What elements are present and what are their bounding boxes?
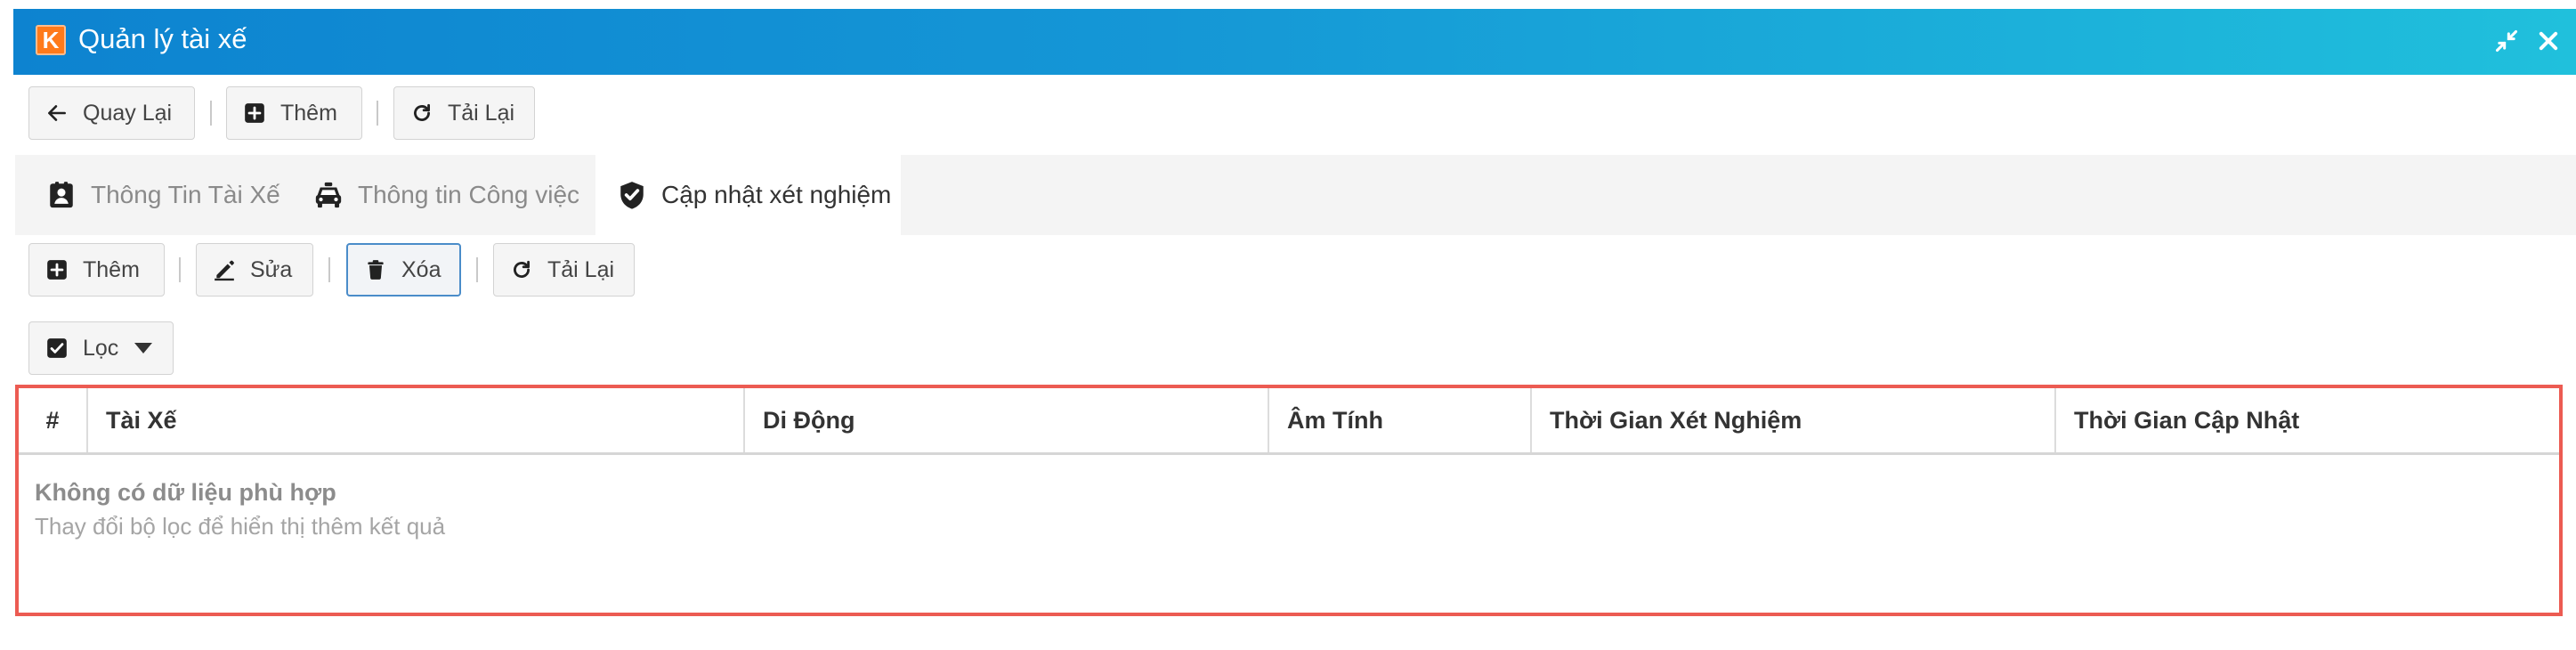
back-button-label: Quay Lại bbox=[83, 100, 173, 126]
tab-driver-info[interactable]: Thông Tin Tài Xế bbox=[46, 155, 318, 235]
edit-test-button[interactable]: Sửa bbox=[196, 243, 313, 297]
table-header: # Tài Xế Di Động Âm Tính Thời Gian Xét N… bbox=[19, 388, 2559, 455]
arrow-left-icon bbox=[45, 102, 69, 125]
column-header-driver[interactable]: Tài Xế bbox=[86, 388, 743, 452]
title-bar: K Quản lý tài xế bbox=[13, 9, 2576, 75]
caret-down-icon bbox=[134, 343, 153, 353]
driver-management-window: K Quản lý tài xế Quay Lại Thêm Tải Lại T… bbox=[13, 9, 2576, 650]
add-test-button-label: Thêm bbox=[83, 256, 140, 282]
column-header-index[interactable]: # bbox=[19, 388, 86, 452]
close-window-button[interactable] bbox=[2532, 23, 2564, 59]
tab-bar: Thông Tin Tài Xế Thông tin Công việc Cập… bbox=[15, 155, 2576, 235]
toolbar-separator bbox=[328, 257, 330, 282]
driver-id-card-icon bbox=[46, 180, 77, 210]
edit-test-button-label: Sửa bbox=[250, 256, 293, 282]
reload-tests-button[interactable]: Tải Lại bbox=[493, 243, 635, 297]
empty-state-title: Không có dữ liệu phù hợp bbox=[35, 479, 336, 506]
refresh-icon bbox=[410, 102, 433, 125]
shield-check-icon bbox=[617, 180, 647, 210]
reload-drivers-button-label: Tải Lại bbox=[448, 100, 515, 126]
filter-button-label: Lọc bbox=[83, 335, 119, 361]
app-logo-letter: K bbox=[42, 27, 60, 53]
add-driver-button-label: Thêm bbox=[280, 100, 337, 126]
toolbar-separator bbox=[377, 101, 378, 126]
reload-drivers-button[interactable]: Tải Lại bbox=[393, 86, 535, 140]
plus-square-icon bbox=[45, 258, 69, 281]
reload-tests-button-label: Tải Lại bbox=[547, 256, 615, 282]
trash-icon bbox=[364, 258, 387, 281]
tab-job-info-label: Thông tin Công việc bbox=[358, 181, 580, 208]
close-icon bbox=[2539, 31, 2558, 51]
tab-test-update-label: Cập nhật xét nghiệm bbox=[661, 181, 892, 208]
column-header-update-time[interactable]: Thời Gian Cập Nhật bbox=[2054, 388, 2559, 452]
tab-driver-info-label: Thông Tin Tài Xế bbox=[91, 181, 280, 208]
empty-state-subtitle: Thay đổi bộ lọc để hiển thị thêm kết quả bbox=[35, 513, 446, 540]
tab-job-info[interactable]: Thông tin Công việc bbox=[313, 155, 607, 235]
delete-test-button-label: Xóa bbox=[401, 256, 441, 282]
add-test-button[interactable]: Thêm bbox=[28, 243, 165, 297]
app-logo: K bbox=[36, 25, 66, 55]
filter-dropdown-button[interactable]: Lọc bbox=[28, 321, 174, 375]
column-header-negative[interactable]: Âm Tính bbox=[1268, 388, 1530, 452]
toolbar-separator bbox=[179, 257, 181, 282]
compress-window-button[interactable] bbox=[2491, 23, 2523, 59]
delete-test-button[interactable]: Xóa bbox=[346, 243, 461, 297]
plus-square-icon bbox=[243, 102, 266, 125]
column-header-mobile[interactable]: Di Động bbox=[743, 388, 1268, 452]
toolbar-separator bbox=[210, 101, 212, 126]
checkbox-checked-icon bbox=[45, 337, 69, 360]
tab-test-update[interactable]: Cập nhật xét nghiệm bbox=[595, 155, 901, 235]
add-driver-button[interactable]: Thêm bbox=[226, 86, 362, 140]
refresh-icon bbox=[510, 258, 533, 281]
column-header-test-time[interactable]: Thời Gian Xét Nghiệm bbox=[1530, 388, 2054, 452]
back-button[interactable]: Quay Lại bbox=[28, 86, 195, 140]
test-results-table: # Tài Xế Di Động Âm Tính Thời Gian Xét N… bbox=[15, 385, 2563, 616]
window-title: Quản lý tài xế bbox=[78, 23, 247, 54]
toolbar-separator bbox=[476, 257, 478, 282]
pencil-icon bbox=[213, 258, 236, 281]
compress-icon bbox=[2495, 29, 2518, 53]
taxi-icon bbox=[313, 180, 344, 210]
